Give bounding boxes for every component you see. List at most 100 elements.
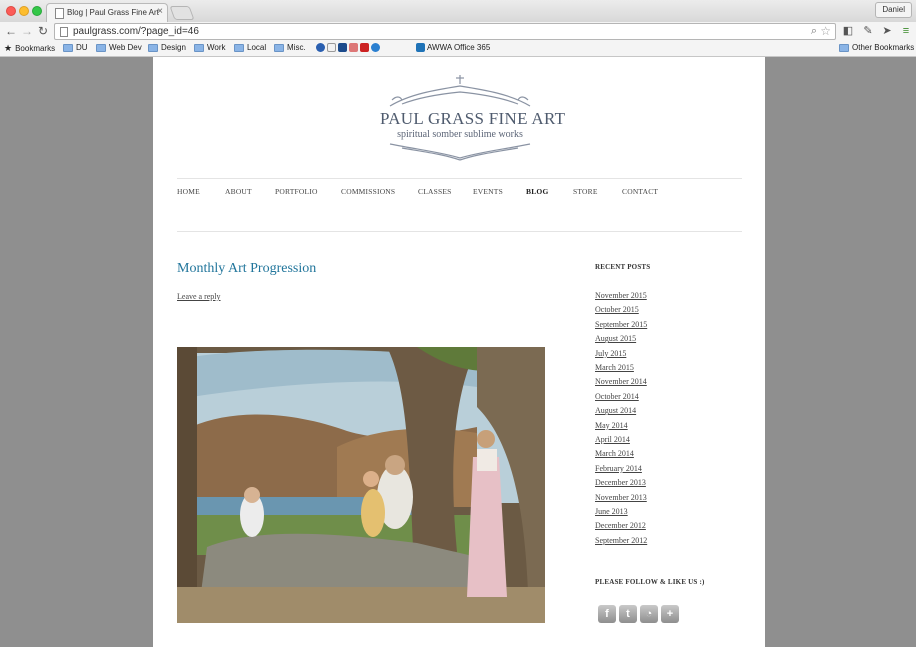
nav-about[interactable]: ABOUT <box>225 187 252 196</box>
archive-link[interactable]: October 2015 <box>595 305 639 314</box>
nav-commissions[interactable]: COMMISSIONS <box>341 187 395 196</box>
bookmark-folder[interactable]: Web Dev <box>96 43 142 52</box>
bookmarks-bar: ★ Bookmarks DU Web Dev Design Work Local… <box>0 41 916 57</box>
bookmark-label: Bookmarks <box>15 44 56 53</box>
nav-store[interactable]: STORE <box>573 187 598 196</box>
menu-icon[interactable]: ≡ <box>900 25 912 37</box>
site-logo[interactable]: PAUL GRASS FINE ART spiritual somber sub… <box>380 72 566 164</box>
archive-link[interactable]: June 2013 <box>595 507 628 516</box>
tab-title: Blog | Paul Grass Fine Art <box>67 8 159 17</box>
folder-icon <box>96 43 106 52</box>
archive-link[interactable]: July 2015 <box>595 349 626 358</box>
archive-link[interactable]: May 2014 <box>595 421 628 430</box>
url-text: paulgrass.com/?page_id=46 <box>73 26 199 37</box>
bookmark-label: DU <box>76 43 88 52</box>
minimize-window-button[interactable] <box>19 6 29 16</box>
forward-arrow-icon[interactable]: → <box>21 24 33 38</box>
folder-icon <box>274 43 284 52</box>
bookmark-folder[interactable]: Design <box>148 43 186 52</box>
site-favicon-icon <box>360 43 369 52</box>
nav-contact[interactable]: CONTACT <box>622 187 658 196</box>
profile-button[interactable]: Daniel <box>875 2 912 18</box>
facebook-icon[interactable]: f <box>598 605 616 623</box>
close-tab-icon[interactable]: × <box>157 6 163 17</box>
page-icon <box>60 27 68 37</box>
bookmark-folder[interactable]: Local <box>234 43 266 52</box>
archive-link[interactable]: October 2014 <box>595 392 639 401</box>
archive-link[interactable]: March 2014 <box>595 449 634 458</box>
new-tab-button[interactable] <box>169 6 195 20</box>
star-icon: ★ <box>4 43 13 53</box>
nav-events[interactable]: EVENTS <box>473 187 503 196</box>
bookmark-favicons[interactable] <box>316 43 382 52</box>
maximize-window-button[interactable] <box>32 6 42 16</box>
folder-icon <box>839 43 849 52</box>
archive-link[interactable]: September 2012 <box>595 536 647 545</box>
nav-classes[interactable]: CLASSES <box>418 187 452 196</box>
follow-heading: PLEASE FOLLOW & LIKE US :) <box>595 578 705 586</box>
divider <box>177 178 742 179</box>
recent-posts-heading: RECENT POSTS <box>595 263 651 271</box>
archive-link[interactable]: September 2015 <box>595 320 647 329</box>
painting-illustration <box>177 347 545 623</box>
twitter-icon[interactable]: t <box>619 605 637 623</box>
archive-link[interactable]: November 2013 <box>595 493 647 502</box>
archive-link[interactable]: November 2014 <box>595 377 647 386</box>
bookmark-label: Work <box>207 43 226 52</box>
cursor-icon[interactable]: ➤ <box>881 25 893 37</box>
address-bar[interactable]: paulgrass.com/?page_id=46 ⌕ ☆ <box>54 23 836 40</box>
google-plus-icon[interactable]: + <box>661 605 679 623</box>
bookmark-folder[interactable]: Work <box>194 43 226 52</box>
bookmark-label: Misc. <box>287 43 306 52</box>
bookmark-label: Web Dev <box>109 43 142 52</box>
browser-tab[interactable]: Blog | Paul Grass Fine Art × <box>46 3 168 22</box>
bookmark-folder[interactable]: DU <box>63 43 88 52</box>
reload-icon[interactable]: ↻ <box>38 24 48 38</box>
extension-icon[interactable]: ◧ <box>842 25 854 37</box>
logo-title: PAUL GRASS FINE ART <box>380 109 566 128</box>
divider <box>177 231 742 232</box>
archive-link[interactable]: August 2015 <box>595 334 636 343</box>
folder-icon <box>63 43 73 52</box>
other-bookmarks-folder[interactable]: Other Bookmarks <box>839 43 914 52</box>
folder-icon <box>234 43 244 52</box>
nav-portfolio[interactable]: PORTFOLIO <box>275 187 318 196</box>
page-icon <box>55 8 64 19</box>
site-favicon-icon <box>349 43 358 52</box>
bookmark-label: Local <box>247 43 267 52</box>
bookmark-label: Design <box>161 43 186 52</box>
site-favicon-icon <box>371 43 380 52</box>
site-favicon-icon <box>338 43 347 52</box>
archive-link[interactable]: August 2014 <box>595 406 636 415</box>
bookmark-label: Other Bookmarks <box>852 43 915 52</box>
post-title[interactable]: Monthly Art Progression <box>177 261 316 277</box>
rss-icon[interactable]: ◔ <box>640 605 658 623</box>
folder-icon <box>194 43 204 52</box>
archive-link[interactable]: March 2015 <box>595 363 634 372</box>
archive-link[interactable]: December 2012 <box>595 521 646 530</box>
site-favicon-icon <box>316 43 325 52</box>
leave-reply-link[interactable]: Leave a reply <box>177 292 221 301</box>
nav-blog[interactable]: BLOG <box>526 187 548 196</box>
eyedropper-icon[interactable]: ✎ <box>862 25 874 37</box>
bookmark-awwa[interactable]: AWWA Office 365 <box>416 43 490 52</box>
nav-home[interactable]: HOME <box>177 187 200 196</box>
bookmarks-menu[interactable]: ★ Bookmarks <box>4 43 55 54</box>
close-window-button[interactable] <box>6 6 16 16</box>
archive-link[interactable]: February 2014 <box>595 464 642 473</box>
bookmark-folder[interactable]: Misc. <box>274 43 306 52</box>
search-icon[interactable]: ⌕ <box>811 25 817 38</box>
archive-link[interactable]: December 2013 <box>595 478 646 487</box>
page-content: PAUL GRASS FINE ART spiritual somber sub… <box>153 57 765 647</box>
browser-titlebar: Blog | Paul Grass Fine Art × Daniel <box>0 0 916 22</box>
bookmark-star-icon[interactable]: ☆ <box>820 24 831 38</box>
folder-icon <box>148 43 158 52</box>
back-arrow-icon[interactable]: ← <box>5 24 17 38</box>
amazon-icon <box>327 43 336 52</box>
sharepoint-icon <box>416 43 425 52</box>
archive-link[interactable]: November 2015 <box>595 291 647 300</box>
browser-toolbar: ← → ↻ paulgrass.com/?page_id=46 ⌕ ☆ ◧ ✎ … <box>0 22 916 41</box>
post-painting-image[interactable] <box>177 347 545 623</box>
logo-subtitle: spiritual somber sublime works <box>397 129 523 140</box>
archive-link[interactable]: April 2014 <box>595 435 630 444</box>
